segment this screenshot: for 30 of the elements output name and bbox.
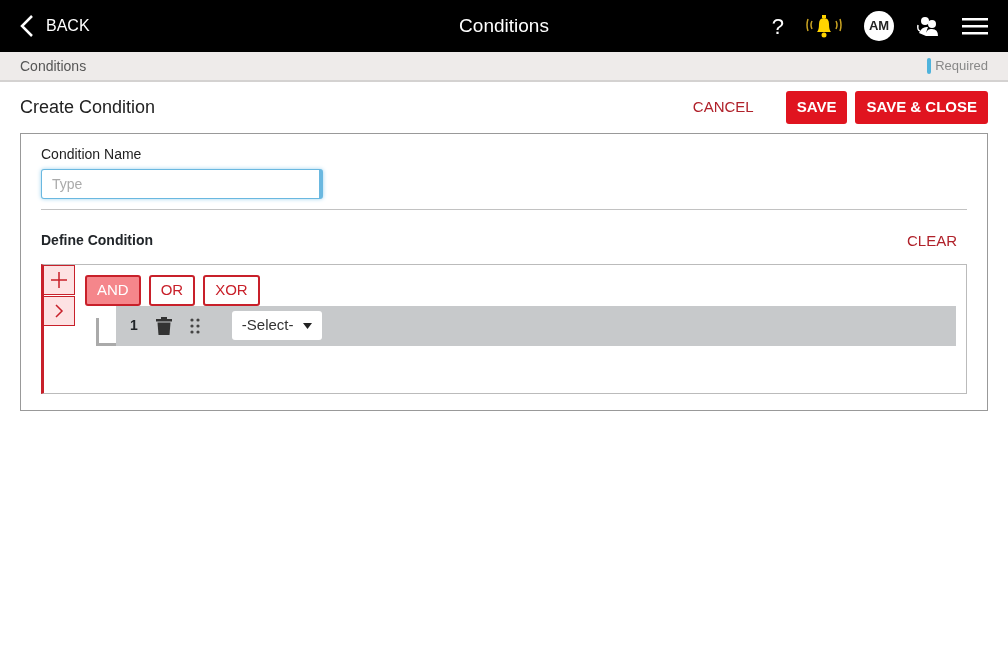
trash-icon[interactable] (155, 316, 172, 335)
operator-toggle[interactable]: OR (148, 275, 196, 306)
expand-button[interactable] (43, 296, 75, 326)
form-title: Create Condition (20, 95, 156, 119)
section-title: Define Condition (41, 231, 153, 251)
add-button[interactable] (43, 265, 75, 295)
rule-number: 1 (130, 316, 138, 335)
required-marker (927, 58, 932, 74)
cancel-button[interactable]: CANCEL (682, 92, 764, 123)
ringing-bell-icon[interactable] (806, 13, 842, 39)
chevron-left-icon (20, 14, 34, 38)
name-input-field[interactable]: Type (41, 168, 323, 199)
plus-icon (51, 272, 67, 288)
save-button[interactable]: SAVE (785, 91, 848, 124)
breadcrumb-label: Conditions (20, 56, 87, 76)
required-legend: Required (935, 56, 988, 76)
chevron-right-icon (54, 304, 64, 318)
field-select[interactable]: -Select- (231, 311, 323, 340)
drag-handle-icon[interactable] (189, 317, 200, 334)
user-avatar[interactable]: AM (864, 11, 894, 41)
back-button[interactable]: BACK (20, 14, 90, 38)
help-button[interactable]: ? (771, 9, 784, 43)
operator-toggle[interactable]: XOR (203, 275, 260, 306)
page-title: Conditions (459, 13, 549, 38)
caret-down-icon (303, 322, 313, 329)
save-button[interactable]: SAVE & CLOSE (855, 91, 988, 124)
people-swap-icon[interactable] (916, 15, 940, 37)
field-label: Condition Name (41, 144, 143, 164)
clear-button[interactable]: CLEAR (896, 225, 967, 256)
menu-icon[interactable] (962, 17, 988, 35)
